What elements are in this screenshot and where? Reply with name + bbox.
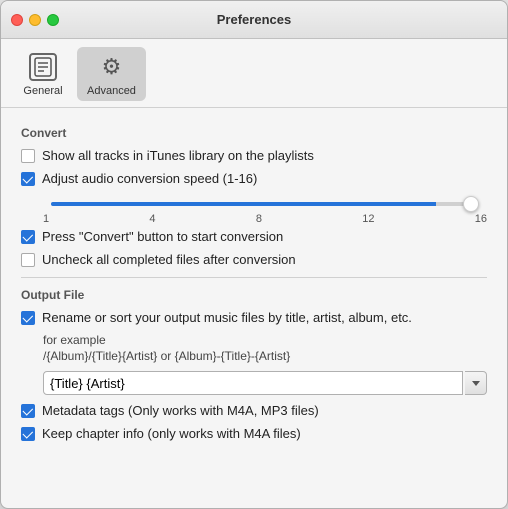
option-adjust-audio: Adjust audio conversion speed (1-16) (21, 171, 487, 186)
option-show-all-tracks: Show all tracks in iTunes library on the… (21, 148, 487, 163)
toolbar: General ⚙ Advanced (1, 39, 507, 108)
option-uncheck-completed: Uncheck all completed files after conver… (21, 252, 487, 267)
option-metadata: Metadata tags (Only works with M4A, MP3 … (21, 403, 487, 418)
chapter-checkbox[interactable] (21, 427, 35, 441)
convert-section-title: Convert (21, 126, 487, 140)
slider-label-4: 4 (149, 213, 155, 225)
output-section: Output File Rename or sort your output m… (21, 288, 487, 441)
preferences-window: Preferences General ⚙ Advanced (0, 0, 508, 509)
output-section-title: Output File (21, 288, 487, 302)
option-press-convert: Press "Convert" button to start conversi… (21, 229, 487, 244)
format-input[interactable] (43, 371, 463, 395)
window-title: Preferences (217, 12, 291, 27)
convert-section: Convert Show all tracks in iTunes librar… (21, 126, 487, 267)
example-path: /{Album}/{Title}{Artist} or {Album}-{Tit… (43, 349, 487, 363)
show-all-tracks-label: Show all tracks in iTunes library on the… (42, 148, 314, 163)
advanced-icon: ⚙ (95, 51, 127, 83)
toolbar-item-advanced[interactable]: ⚙ Advanced (77, 47, 146, 101)
maximize-button[interactable] (47, 14, 59, 26)
chapter-label: Keep chapter info (only works with M4A f… (42, 426, 301, 441)
press-convert-label: Press "Convert" button to start conversi… (42, 229, 283, 244)
speed-slider-container: 1 4 8 12 16 (43, 194, 487, 225)
section-separator (21, 277, 487, 278)
example-label: for example (43, 333, 487, 347)
uncheck-completed-checkbox[interactable] (21, 253, 35, 267)
slider-label-8: 8 (256, 213, 262, 225)
rename-checkbox[interactable] (21, 311, 35, 325)
adjust-audio-checkbox[interactable] (21, 172, 35, 186)
show-all-tracks-checkbox[interactable] (21, 149, 35, 163)
minimize-button[interactable] (29, 14, 41, 26)
general-label: General (23, 85, 62, 97)
speed-slider[interactable] (51, 202, 479, 206)
content-area: Convert Show all tracks in iTunes librar… (1, 108, 507, 508)
uncheck-completed-label: Uncheck all completed files after conver… (42, 252, 296, 267)
slider-labels: 1 4 8 12 16 (43, 213, 487, 225)
metadata-checkbox[interactable] (21, 404, 35, 418)
titlebar: Preferences (1, 1, 507, 39)
close-button[interactable] (11, 14, 23, 26)
press-convert-checkbox[interactable] (21, 230, 35, 244)
traffic-lights (11, 14, 59, 26)
general-icon (27, 51, 59, 83)
metadata-label: Metadata tags (Only works with M4A, MP3 … (42, 403, 319, 418)
option-chapter: Keep chapter info (only works with M4A f… (21, 426, 487, 441)
input-row (43, 371, 487, 395)
rename-label: Rename or sort your output music files b… (42, 310, 412, 325)
slider-label-16: 16 (475, 213, 487, 225)
slider-label-1: 1 (43, 213, 49, 225)
advanced-label: Advanced (87, 85, 136, 97)
chevron-down-icon (472, 381, 480, 386)
slider-label-12: 12 (362, 213, 374, 225)
toolbar-item-general[interactable]: General (13, 47, 73, 101)
option-rename: Rename or sort your output music files b… (21, 310, 487, 325)
format-dropdown-button[interactable] (465, 371, 487, 395)
adjust-audio-label: Adjust audio conversion speed (1-16) (42, 171, 257, 186)
